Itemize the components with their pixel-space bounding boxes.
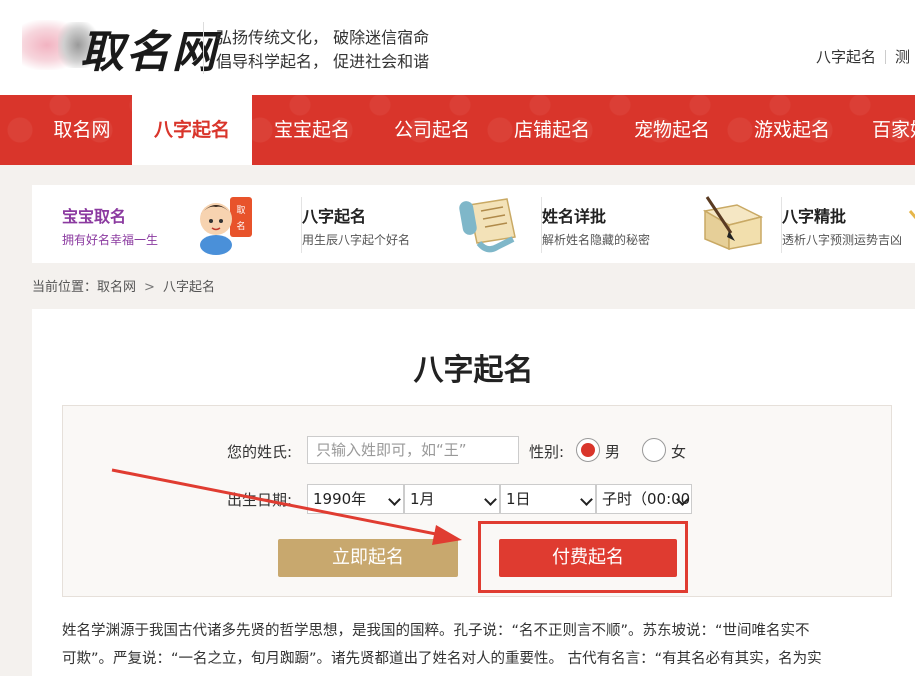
site-header: 取名网 弘扬传统文化， 破除迷信宿命 倡导科学起名， 促进社会和谐 八字起名 测 xyxy=(0,0,915,95)
breadcrumb-prefix: 当前位置： xyxy=(32,280,98,295)
feature-bazi-detail[interactable]: 八字精批 透析八字预测运势吉凶 xyxy=(782,185,915,263)
hour-select[interactable]: 子时（00:00 xyxy=(596,484,692,514)
gender-female-label[interactable]: 女 xyxy=(671,441,686,462)
header-divider xyxy=(203,22,204,74)
free-naming-button[interactable]: 立即起名 xyxy=(278,539,458,577)
breadcrumb-current: 八字起名 xyxy=(162,280,215,295)
feature-title: 宝宝取名 xyxy=(62,207,127,226)
breadcrumb-separator: > xyxy=(144,280,155,295)
feature-title: 八字精批 xyxy=(782,207,847,226)
month-select[interactable]: 1月 xyxy=(404,484,500,514)
feature-title: 姓名详批 xyxy=(542,207,607,226)
top-link-bazi[interactable]: 八字起名 xyxy=(816,48,876,66)
nav-item-bazi[interactable]: 八字起名 xyxy=(132,95,252,165)
feature-bazi-naming[interactable]: 八字起名 用生辰八字起个好名 xyxy=(302,185,542,263)
main-nav: 取名网 八字起名 宝宝起名 公司起名 店铺起名 宠物起名 游戏起名 百家姓 xyxy=(0,95,915,165)
gender-female-radio[interactable] xyxy=(642,438,666,462)
nav-item-home[interactable]: 取名网 xyxy=(32,95,132,165)
logo-text: 取名网 xyxy=(80,27,218,78)
top-link-separator xyxy=(885,50,887,64)
intro-paragraph-line-2: 可欺”。严复说：“一名之立，旬月踟蹰”。诸先贤都道出了姓名对人的重要性。 古代有… xyxy=(62,651,822,667)
nav-item-company[interactable]: 公司起名 xyxy=(372,95,492,165)
surname-label: 您的姓氏: xyxy=(227,443,293,461)
main-card: 八字起名 您的姓氏: 性别: 男 女 出生日期: 1990年 1月 1日 子时（… xyxy=(32,309,915,676)
nav-item-pet[interactable]: 宠物起名 xyxy=(612,95,732,165)
feature-subtitle: 解析姓名隐藏的秘密 xyxy=(542,233,651,247)
breadcrumb: 当前位置：取名网 > 八字起名 xyxy=(32,276,215,295)
book-brush-icon xyxy=(702,196,764,251)
feature-name-analysis[interactable]: 姓名详批 解析姓名隐藏的秘密 xyxy=(542,185,782,263)
day-select[interactable]: 1日 xyxy=(500,484,596,514)
baby-icon: 取 名 xyxy=(200,197,252,255)
year-select[interactable]: 1990年 xyxy=(307,484,404,514)
top-link-test[interactable]: 测 xyxy=(895,48,910,66)
chevron-down-icon xyxy=(484,493,497,506)
slogan-line-1: 弘扬传统文化， 破除迷信宿命 xyxy=(216,28,430,47)
gender-male-label[interactable]: 男 xyxy=(605,441,620,462)
brush-icon xyxy=(908,210,915,220)
gender-male-radio[interactable] xyxy=(576,438,600,462)
month-value: 1月 xyxy=(410,490,435,508)
breadcrumb-home[interactable]: 取名网 xyxy=(97,280,136,295)
top-links: 八字起名 测 xyxy=(816,46,910,67)
birth-date-label: 出生日期: xyxy=(227,491,293,509)
naming-form: 您的姓氏: 性别: 男 女 出生日期: 1990年 1月 1日 子时（00:00… xyxy=(62,405,892,597)
page-title: 八字起名 xyxy=(413,353,534,388)
nav-item-shop[interactable]: 店铺起名 xyxy=(492,95,612,165)
intro-paragraph-line-1: 姓名学渊源于我国古代诸多先贤的哲学思想，是我国的国粹。孔子说：“名不正则言不顺”… xyxy=(62,623,810,639)
scroll-icon xyxy=(459,198,516,253)
feature-subtitle: 用生辰八字起个好名 xyxy=(302,233,411,247)
feature-subtitle: 透析八字预测运势吉凶 xyxy=(782,233,903,247)
feature-subtitle: 拥有好名幸福一生 xyxy=(62,233,159,247)
site-logo[interactable]: 取名网 xyxy=(22,14,216,78)
surname-input[interactable] xyxy=(307,436,519,464)
feature-bar: 宝宝取名 拥有好名幸福一生 取 名 八字起名 用生辰八字起个好名 姓名详批 解析… xyxy=(32,185,915,263)
gender-label: 性别: xyxy=(529,443,565,461)
feature-baby-naming[interactable]: 宝宝取名 拥有好名幸福一生 取 名 xyxy=(62,185,302,263)
chevron-down-icon xyxy=(388,493,401,506)
chevron-down-icon xyxy=(580,493,593,506)
slogan: 弘扬传统文化， 破除迷信宿命 倡导科学起名， 促进社会和谐 xyxy=(216,26,429,74)
nav-item-surnames[interactable]: 百家姓 xyxy=(852,95,915,165)
slogan-line-2: 倡导科学起名， 促进社会和谐 xyxy=(216,52,430,71)
svg-text:名: 名 xyxy=(236,220,245,232)
day-value: 1日 xyxy=(506,490,531,508)
year-value: 1990年 xyxy=(313,490,367,508)
svg-text:取: 取 xyxy=(236,205,245,216)
intro-paragraph: 姓名学渊源于我国古代诸多先贤的哲学思想，是我国的国粹。孔子说：“名不正则言不顺”… xyxy=(62,617,892,673)
annotation-highlight-box xyxy=(478,521,688,593)
nav-item-baby[interactable]: 宝宝起名 xyxy=(252,95,372,165)
feature-title: 八字起名 xyxy=(302,207,367,226)
nav-item-game[interactable]: 游戏起名 xyxy=(732,95,852,165)
